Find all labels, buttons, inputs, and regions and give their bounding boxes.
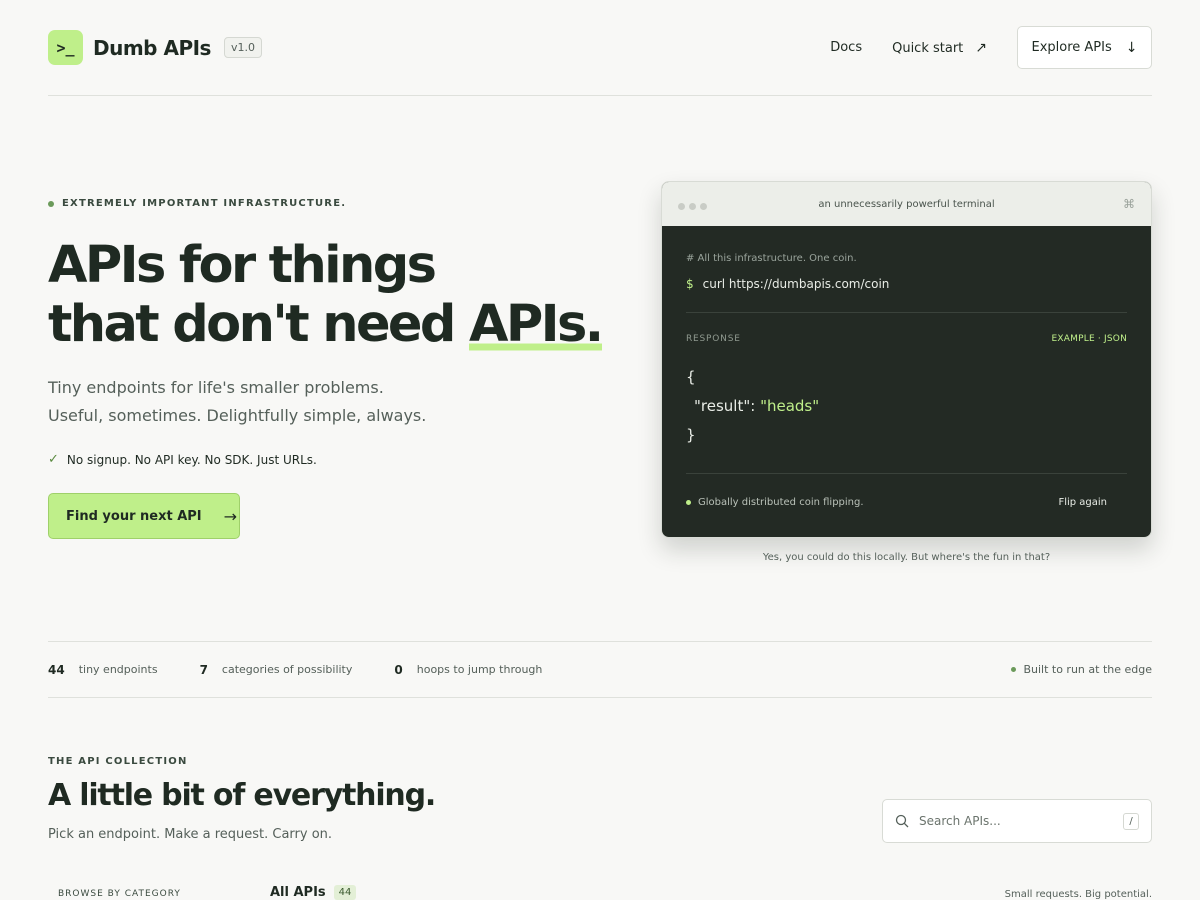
stats-bottom-divider <box>48 697 1152 698</box>
all-apis-count: 44 <box>333 885 357 900</box>
site-header: >_ Dumb APIs v1.0 Docs Quick start ↗ Expl… <box>48 26 1152 69</box>
search-icon <box>895 814 909 828</box>
terminal-footer-text: Globally distributed coin flipping. <box>698 497 864 508</box>
search-input[interactable] <box>919 814 1123 828</box>
json-result-line: "result": "heads" <box>686 392 1127 421</box>
explore-apis-button[interactable]: Explore APIs ↓ <box>1017 26 1152 69</box>
header-divider <box>48 95 1152 96</box>
terminal-command-line: $ curl https://dumbapis.com/coin <box>686 277 1127 291</box>
stat-number: 7 <box>199 662 208 677</box>
stat-label: hoops to jump through <box>416 663 543 676</box>
no-signup-text: No signup. No API key. No SDK. Just URLs… <box>66 452 317 467</box>
hero-title-line1: APIs for things <box>48 236 437 295</box>
find-api-button[interactable]: Find your next API → <box>48 493 240 539</box>
edge-dot-icon <box>1011 667 1017 672</box>
stats-bar: 44 tiny endpoints 7 categories of possibil… <box>48 642 1152 697</box>
collection-title: A little bit of everything. <box>48 778 436 813</box>
live-dot-icon <box>686 500 691 505</box>
stat-label: tiny endpoints <box>78 663 158 676</box>
response-label: RESPONSE <box>686 334 741 344</box>
flip-again-button[interactable]: Flip again <box>1058 497 1107 508</box>
stat-number: 44 <box>48 662 65 677</box>
arrow-down-icon: ↓ <box>1125 39 1138 56</box>
all-apis-label: All APIs <box>270 885 326 900</box>
browse-category-label: BROWSE BY CATEGORY <box>58 889 181 899</box>
stat-hoops: 0 hoops to jump through <box>394 663 542 677</box>
collection-subtitle: Pick an endpoint. Make a request. Carry … <box>48 827 333 842</box>
terminal-titlebar: an unnecessarily powerful terminal ⌘ <box>662 182 1151 226</box>
json-response: { "result": "heads" } <box>686 363 1127 450</box>
terminal-divider <box>686 312 1127 313</box>
edge-note: Built to run at the edge <box>1011 663 1152 676</box>
json-open-brace: { <box>686 368 696 386</box>
search-shortcut-key: / <box>1123 812 1139 830</box>
hero-eyebrow: EXTREMELY IMPORTANT INFRASTRUCTURE. <box>48 198 346 209</box>
docs-link[interactable]: Docs <box>830 40 862 55</box>
hero-title-line2: that don't need <box>48 295 469 354</box>
hero-subtitle-line1: Tiny endpoints for life's smaller proble… <box>48 378 384 397</box>
terminal-command[interactable]: curl https://dumbapis.com/coin <box>703 277 890 291</box>
version-badge: v1.0 <box>223 37 262 58</box>
hero-subtitle-line2: Useful, sometimes. Delightfully simple, … <box>48 406 427 425</box>
edge-text: Built to run at the edge <box>1023 663 1152 676</box>
check-icon: ✓ <box>48 452 59 467</box>
response-header: RESPONSE EXAMPLE · JSON <box>686 334 1127 344</box>
terminal-footer: Globally distributed coin flipping. Flip… <box>686 473 1127 531</box>
response-meta: EXAMPLE · JSON <box>1051 334 1127 344</box>
docs-link-label: Docs <box>830 40 863 55</box>
collection-tagline: Small requests. Big potential. <box>1004 889 1152 900</box>
hero-subtitle: Tiny endpoints for life's smaller proble… <box>48 374 426 430</box>
json-key: "result" <box>694 397 751 415</box>
no-signup-note: ✓ No signup. No API key. No SDK. Just UR… <box>48 452 317 467</box>
stat-number: 0 <box>394 662 403 677</box>
arrow-right-icon: → <box>223 506 238 526</box>
external-arrow-icon: ↗ <box>975 39 987 56</box>
prompt-symbol: $ <box>686 277 694 291</box>
json-colon: : <box>750 397 761 415</box>
quick-start-link[interactable]: Quick start ↗ <box>892 40 987 56</box>
all-apis-heading[interactable]: All APIs 44 <box>270 885 357 900</box>
stat-label: categories of possibility <box>221 663 353 676</box>
quick-start-label: Quick start <box>892 40 964 56</box>
main-nav: Docs Quick start ↗ Explore APIs ↓ <box>830 26 1152 69</box>
status-dot-icon <box>48 200 54 207</box>
stat-categories: 7 categories of possibility <box>200 663 353 677</box>
terminal-window: an unnecessarily powerful terminal ⌘ # A… <box>661 181 1152 538</box>
hero-eyebrow-text: EXTREMELY IMPORTANT INFRASTRUCTURE. <box>62 198 347 209</box>
terminal-body: # All this infrastructure. One coin. $ c… <box>662 253 1151 531</box>
terminal-comment: # All this infrastructure. One coin. <box>686 253 857 264</box>
stat-endpoints: 44 tiny endpoints <box>48 663 158 677</box>
collection-eyebrow: THE API COLLECTION <box>48 756 188 767</box>
hero-title: APIs for things that don't need APIs. <box>48 236 608 354</box>
terminal-caption: Yes, you could do this locally. But wher… <box>762 552 1051 563</box>
json-close-brace: } <box>686 426 696 444</box>
hero-title-highlight: APIs. <box>469 295 604 354</box>
explore-apis-label: Explore APIs <box>1031 40 1112 55</box>
api-search[interactable]: / <box>882 799 1152 843</box>
json-value: "heads" <box>760 397 820 415</box>
find-api-label: Find your next API <box>66 508 202 524</box>
terminal-title: an unnecessarily powerful terminal <box>818 198 995 210</box>
logo-icon[interactable]: >_ <box>48 30 83 65</box>
brand-name[interactable]: Dumb APIs <box>93 36 211 60</box>
